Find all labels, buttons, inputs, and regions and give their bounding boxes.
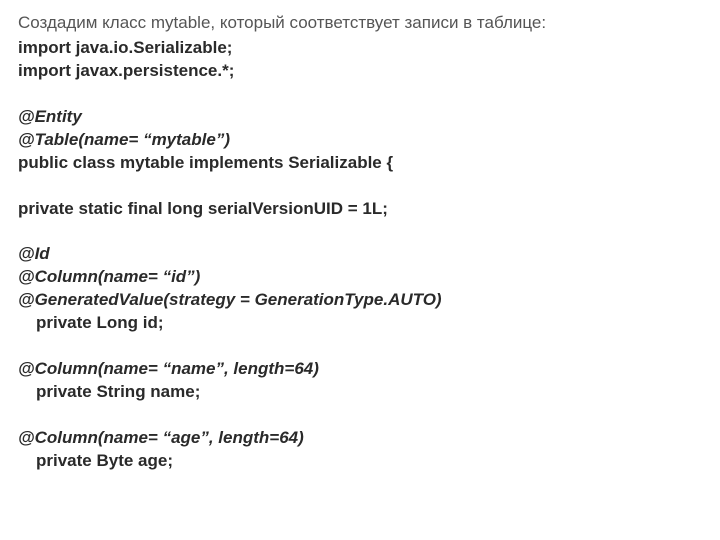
code-line: @Column(name= “id”): [18, 266, 702, 289]
code-line: private Byte age;: [18, 450, 702, 473]
code-line: import java.io.Serializable;: [18, 37, 702, 60]
code-line: private Long id;: [18, 312, 702, 335]
code-line: @GeneratedValue(strategy = GenerationTyp…: [18, 289, 702, 312]
code-line: private String name;: [18, 381, 702, 404]
code-line: @Entity: [18, 106, 702, 129]
code-line: [18, 83, 702, 106]
code-line: [18, 220, 702, 243]
code-line: @Id: [18, 243, 702, 266]
code-line: public class mytable implements Serializ…: [18, 152, 702, 175]
code-line: [18, 175, 702, 198]
code-line: @Column(name= “age”, length=64): [18, 427, 702, 450]
code-line: [18, 335, 702, 358]
code-block: import java.io.Serializable;import javax…: [18, 37, 702, 473]
intro-text: Создадим класс mytable, который соответс…: [18, 12, 702, 35]
code-line: [18, 404, 702, 427]
code-line: @Table(name= “mytable”): [18, 129, 702, 152]
code-line: private static final long serialVersionU…: [18, 198, 702, 221]
code-line: import javax.persistence.*;: [18, 60, 702, 83]
code-line: @Column(name= “name”, length=64): [18, 358, 702, 381]
